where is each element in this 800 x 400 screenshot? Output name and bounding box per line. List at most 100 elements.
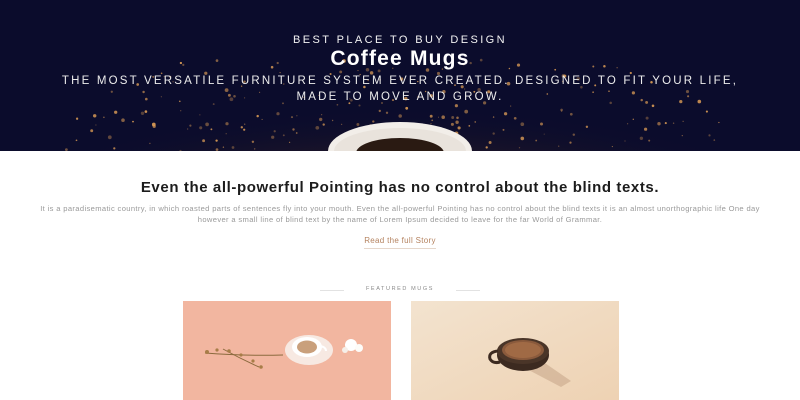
coffee-bean-speck (474, 121, 476, 123)
coffee-bean-speck (643, 127, 648, 131)
hero-banner: BEST PLACE TO BUY DESIGN Coffee Mugs THE… (0, 0, 800, 151)
coffee-bean-speck (624, 140, 626, 142)
coffee-bean-speck (356, 123, 360, 126)
coffee-bean-speck (502, 128, 505, 131)
coffee-bean-speck (657, 121, 661, 126)
coffee-bean-speck (378, 109, 381, 113)
coffee-bean-speck (205, 122, 209, 127)
coffee-bean-speck (369, 124, 372, 127)
coffee-bean-speck (645, 116, 649, 120)
coffee-bean-speck (321, 114, 323, 116)
coffee-bean-speck (510, 105, 512, 107)
coffee-bean-speck (292, 128, 295, 131)
featured-mug-card-1[interactable] (183, 301, 391, 400)
coffee-bean-speck (322, 123, 325, 126)
coffee-bean-speck (492, 116, 495, 118)
coffee-bean-speck (75, 139, 78, 142)
coffee-bean-speck (682, 120, 684, 122)
coffee-bean-speck (543, 133, 545, 135)
coffee-bean-speck (372, 120, 375, 123)
coffee-bean-speck (149, 142, 151, 145)
coffee-bean-speck (65, 148, 68, 151)
featured-mug-card-2[interactable] (411, 301, 619, 400)
coffee-bean-speck (225, 122, 229, 126)
coffee-bean-speck (503, 112, 508, 116)
coffee-bean-speck (240, 126, 244, 129)
coffee-bean-speck (121, 118, 125, 122)
coffee-bean-speck (398, 114, 402, 118)
coffee-bean-speck (464, 109, 469, 114)
mug-with-flowers-image (183, 301, 391, 400)
coffee-bean-speck (271, 135, 275, 139)
coffee-bean-speck (431, 119, 434, 122)
coffee-bean-speck (113, 147, 116, 150)
coffee-bean-speck (713, 139, 716, 141)
coffee-bean-speck (231, 146, 235, 149)
coffee-bean-speck (187, 128, 189, 130)
coffee-bean-speck (319, 117, 323, 122)
coffee-bean-speck (103, 116, 105, 119)
coffee-bean-speck (276, 112, 280, 116)
coffee-bean-speck (456, 116, 459, 120)
coffee-bean-speck (558, 145, 560, 147)
coffee-bean-speck (405, 106, 409, 110)
coffee-bean-speck (331, 119, 334, 122)
coffee-bean-speck (611, 146, 613, 148)
read-story-link[interactable]: Read the full Story (364, 236, 436, 249)
coffee-bean-speck (254, 148, 256, 150)
coffee-bean-speck (520, 122, 525, 127)
story-title: Even the all-powerful Pointing has no co… (140, 179, 660, 196)
coffee-bean-speck (244, 123, 246, 125)
coffee-bean-speck (492, 132, 495, 135)
coffee-bean-speck (560, 108, 563, 112)
coffee-bean-speck (518, 147, 521, 149)
black-coffee-mug-image (411, 301, 619, 400)
coffee-bean-speck (251, 140, 255, 143)
coffee-bean-speck (450, 122, 454, 126)
coffee-bean-speck (90, 129, 94, 133)
coffee-bean-speck (288, 141, 291, 144)
coffee-bean-speck (569, 112, 573, 116)
coffee-bean-speck (282, 134, 285, 137)
coffee-bean-speck (540, 122, 543, 126)
coffee-bean-speck (437, 116, 440, 118)
coffee-bean-speck (225, 133, 227, 135)
coffee-bean-speck (215, 148, 219, 151)
coffee-bean-speck (572, 133, 576, 136)
coffee-bean-speck (295, 132, 298, 134)
coffee-bean-speck (681, 134, 683, 137)
hero-eyebrow: BEST PLACE TO BUY DESIGN (293, 34, 507, 46)
coffee-bean-speck (626, 123, 629, 125)
coffee-bean-speck (152, 124, 156, 129)
coffee-bean-speck (718, 121, 720, 124)
featured-label: FEATURED MUGS (365, 286, 435, 292)
hero-title: Coffee Mugs (330, 47, 470, 70)
coffee-bean-speck (457, 126, 461, 130)
coffee-bean-speck (585, 125, 589, 128)
coffee-bean-speck (632, 118, 634, 121)
read-story-link-wrap: Read the full Story (0, 236, 800, 249)
coffee-bean-speck (290, 116, 294, 119)
coffee-bean-speck (520, 136, 525, 141)
coffee-bean-speck (189, 124, 192, 127)
coffee-bean-speck (367, 125, 370, 128)
coffee-bean-speck (144, 110, 148, 113)
coffee-bean-speck (429, 114, 433, 118)
coffee-bean-speck (202, 139, 206, 143)
coffee-bean-speck (256, 114, 259, 118)
coffee-bean-speck (210, 128, 213, 131)
coffee-bean-speck (513, 116, 517, 120)
coffee-bean-speck (454, 131, 459, 136)
coffee-bean-speck (215, 139, 218, 142)
coffee-bean-speck (261, 118, 263, 120)
coffee-bean-speck (140, 111, 145, 115)
coffee-bean-speck (485, 146, 488, 149)
hero-subtitle: THE MOST VERSATILE FURNITURE SYSTEM EVER… (61, 75, 739, 103)
coffee-bean-speck (273, 130, 276, 133)
coffee-bean-speck (340, 123, 343, 126)
coffee-bean-speck (385, 111, 389, 114)
coffee-bean-speck (383, 122, 388, 127)
coffee-bean-speck (708, 134, 711, 137)
coffee-bean-speck (92, 114, 97, 118)
coffee-bean-speck (664, 122, 667, 125)
